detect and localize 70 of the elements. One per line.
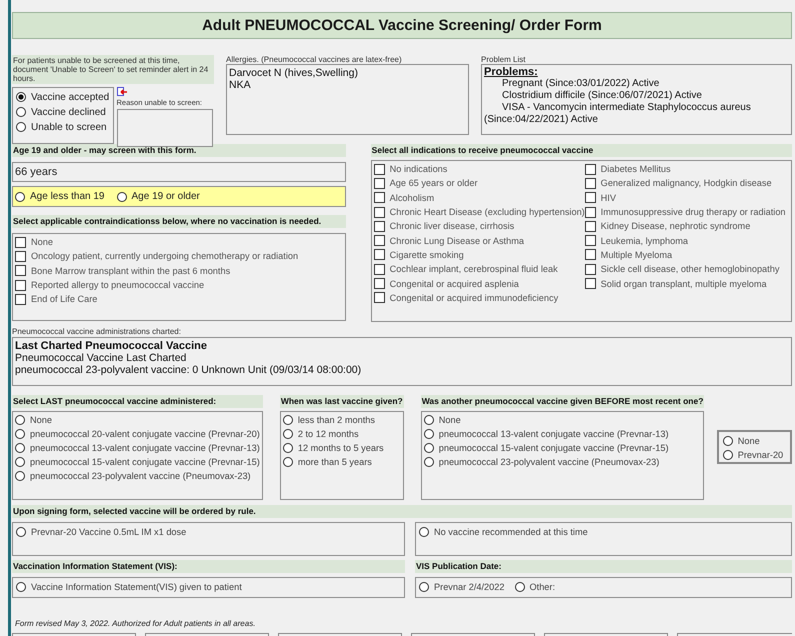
radio-option[interactable]: pneumococcal 13-valent conjugate vaccine (Prevnar-13) bbox=[424, 427, 701, 441]
checkbox-option[interactable]: End of Life Care bbox=[15, 292, 343, 306]
checkbox-option[interactable]: Reported allergy to pneumococcal vaccine bbox=[15, 278, 343, 292]
reason-field[interactable] bbox=[116, 109, 213, 147]
radio-option[interactable]: pneumococcal 15-valent conjugate vaccine (Prevnar-15) bbox=[424, 441, 701, 455]
section-header: Age 19 and older - may screen with this form. bbox=[12, 144, 346, 157]
checkbox-option[interactable]: Diabetes Mellitus bbox=[584, 162, 789, 176]
section-header: When was last vaccine given? bbox=[280, 395, 404, 408]
section-header: Select all indications to receive pneumococcal vaccine bbox=[370, 144, 792, 157]
radio-option[interactable]: more than 5 years bbox=[282, 455, 401, 469]
radio-option[interactable]: Prevnar-20 Vaccine 0.5mL IM x1 dose bbox=[16, 525, 401, 539]
radio-option[interactable]: pneumococcal 23-polyvalent vaccine (Pneumovax-23) bbox=[15, 469, 260, 483]
radio-option[interactable]: 12 months to 5 years bbox=[282, 441, 401, 455]
radio-option[interactable]: None bbox=[424, 413, 701, 427]
checkbox-option[interactable]: Generalized malignancy, Hodgkin disease bbox=[584, 176, 789, 191]
section-header: Vaccination Information Statement (VIS): bbox=[12, 560, 405, 573]
radio-option[interactable]: less than 2 months bbox=[282, 413, 401, 427]
checkbox-option[interactable]: Chronic liver disease, cirrhosis bbox=[374, 219, 585, 234]
radio-option[interactable]: Other: bbox=[514, 580, 556, 594]
checkbox-option[interactable]: Chronic Lung Disease or Asthma bbox=[374, 233, 585, 248]
checkbox-option[interactable]: Immunosuppressive drug therapy or radiation bbox=[584, 204, 789, 220]
section-header: Select applicable contraindicationss below, where no vaccination is needed. bbox=[12, 215, 346, 228]
checkbox-option[interactable]: Kidney Disease, nephrotic syndrome bbox=[584, 219, 789, 234]
radio-option[interactable]: Vaccine Information Statement(VIS) given to patient bbox=[16, 580, 242, 594]
section-header: Upon signing form, selected vaccine will be ordered by rule. bbox=[12, 505, 792, 518]
radio-option[interactable]: Unable to screen bbox=[16, 120, 110, 134]
footer-note: Form revised May 3, 2022. Authorized for Adult patients in all areas. bbox=[14, 619, 256, 628]
allergies-field[interactable]: Darvocet N (hives,Swelling) NKA bbox=[226, 64, 469, 135]
radio-option[interactable]: Prevnar 2/4/2022 bbox=[419, 580, 504, 594]
radio-option[interactable]: pneumococcal 20-valent conjugate vaccine (Prevnar-20) bbox=[15, 427, 260, 441]
radio-option[interactable]: None bbox=[15, 413, 260, 427]
radio-option[interactable]: None bbox=[722, 434, 786, 448]
checkbox-option[interactable]: No indications bbox=[374, 162, 585, 176]
checkbox-option[interactable]: None bbox=[15, 235, 343, 250]
checkbox-option[interactable]: Sickle cell disease, other hemoglobinopathy bbox=[584, 262, 789, 276]
checkbox-option[interactable]: Congenital or acquired immunodeficiency bbox=[374, 290, 585, 305]
checkbox-option[interactable]: Cochlear implant, cerebrospinal fluid leak bbox=[374, 262, 585, 276]
section-header: Was another pneumococcal vaccine given BEFORE most recent one? bbox=[420, 395, 704, 408]
arrow-icon[interactable] bbox=[116, 87, 128, 97]
checkbox-option[interactable]: Chronic Heart Disease (excluding hypertension) bbox=[374, 204, 585, 220]
checkbox-option[interactable]: Oncology patient, currently undergoing chemotherapy or radiation bbox=[15, 249, 343, 264]
screening-note: For patients unable to be screened at this time, document 'Unable to Screen' to set reminder alert in 24 hours. bbox=[12, 55, 214, 84]
checkbox-option[interactable]: HIV bbox=[584, 190, 789, 205]
radio-option[interactable]: pneumococcal 15-valent conjugate vaccine (Prevnar-15) bbox=[15, 455, 260, 469]
section-header: Select LAST pneumococcal vaccine administered: bbox=[12, 395, 263, 408]
radio-option[interactable]: 2 to 12 months bbox=[282, 427, 401, 441]
charted-field: Last Charted Pneumococcal Vaccine Pneumococcal Vaccine Last Charted pneumococcal 23-polyvalent vaccine: 0 Unknown Unit (09/03/14 08:00:00) bbox=[12, 337, 792, 386]
checkbox-option[interactable]: Cigarette smoking bbox=[374, 248, 585, 262]
radio-option[interactable]: Prevnar-20 bbox=[722, 448, 786, 462]
problem-list-field[interactable]: Problems: Pregnant (Since:03/01/2022) Active Clostridium difficile (Since:06/07/2021) Active VISA - Vancomycin intermediate Staphylococcus aureus (Since:04/22/2021) Active bbox=[481, 64, 792, 135]
radio-option[interactable]: Age 19 or older bbox=[116, 190, 200, 204]
checkbox-option[interactable]: Congenital or acquired asplenia bbox=[374, 276, 585, 291]
radio-option[interactable]: Vaccine accepted bbox=[16, 90, 110, 104]
charted-label: Pneumococcal vaccine administrations charted: bbox=[12, 327, 182, 336]
radio-option[interactable]: Vaccine declined bbox=[16, 105, 110, 119]
checkbox-option[interactable]: Bone Marrow transplant within the past 6 months bbox=[15, 264, 343, 278]
age-field[interactable]: 66 years bbox=[12, 162, 346, 182]
checkbox-option[interactable]: Alcoholism bbox=[374, 190, 585, 205]
checkbox-option[interactable]: Solid organ transplant, multiple myeloma bbox=[584, 276, 789, 291]
radio-option[interactable]: pneumococcal 13-valent conjugate vaccine (Prevnar-13) bbox=[15, 441, 260, 455]
form-title: Adult PNEUMOCOCCAL Vaccine Screening/ Order Form bbox=[12, 12, 792, 39]
checkbox-option[interactable]: Age 65 years or older bbox=[374, 176, 585, 191]
section-header: VIS Publication Date: bbox=[415, 560, 792, 573]
radio-option[interactable]: No vaccine recommended at this time bbox=[419, 525, 788, 539]
allergies-label: Allergies. (Pneumococcal vaccines are latex-free) bbox=[226, 55, 403, 64]
checkbox-option[interactable]: Leukemia, lymphoma bbox=[584, 233, 789, 248]
problem-list-label: Problem List bbox=[481, 55, 526, 64]
radio-option[interactable]: Age less than 19 bbox=[15, 190, 104, 204]
radio-option[interactable]: pneumococcal 23-polyvalent vaccine (Pneumovax-23) bbox=[424, 455, 701, 469]
checkbox-option[interactable]: Multiple Myeloma bbox=[584, 248, 789, 262]
